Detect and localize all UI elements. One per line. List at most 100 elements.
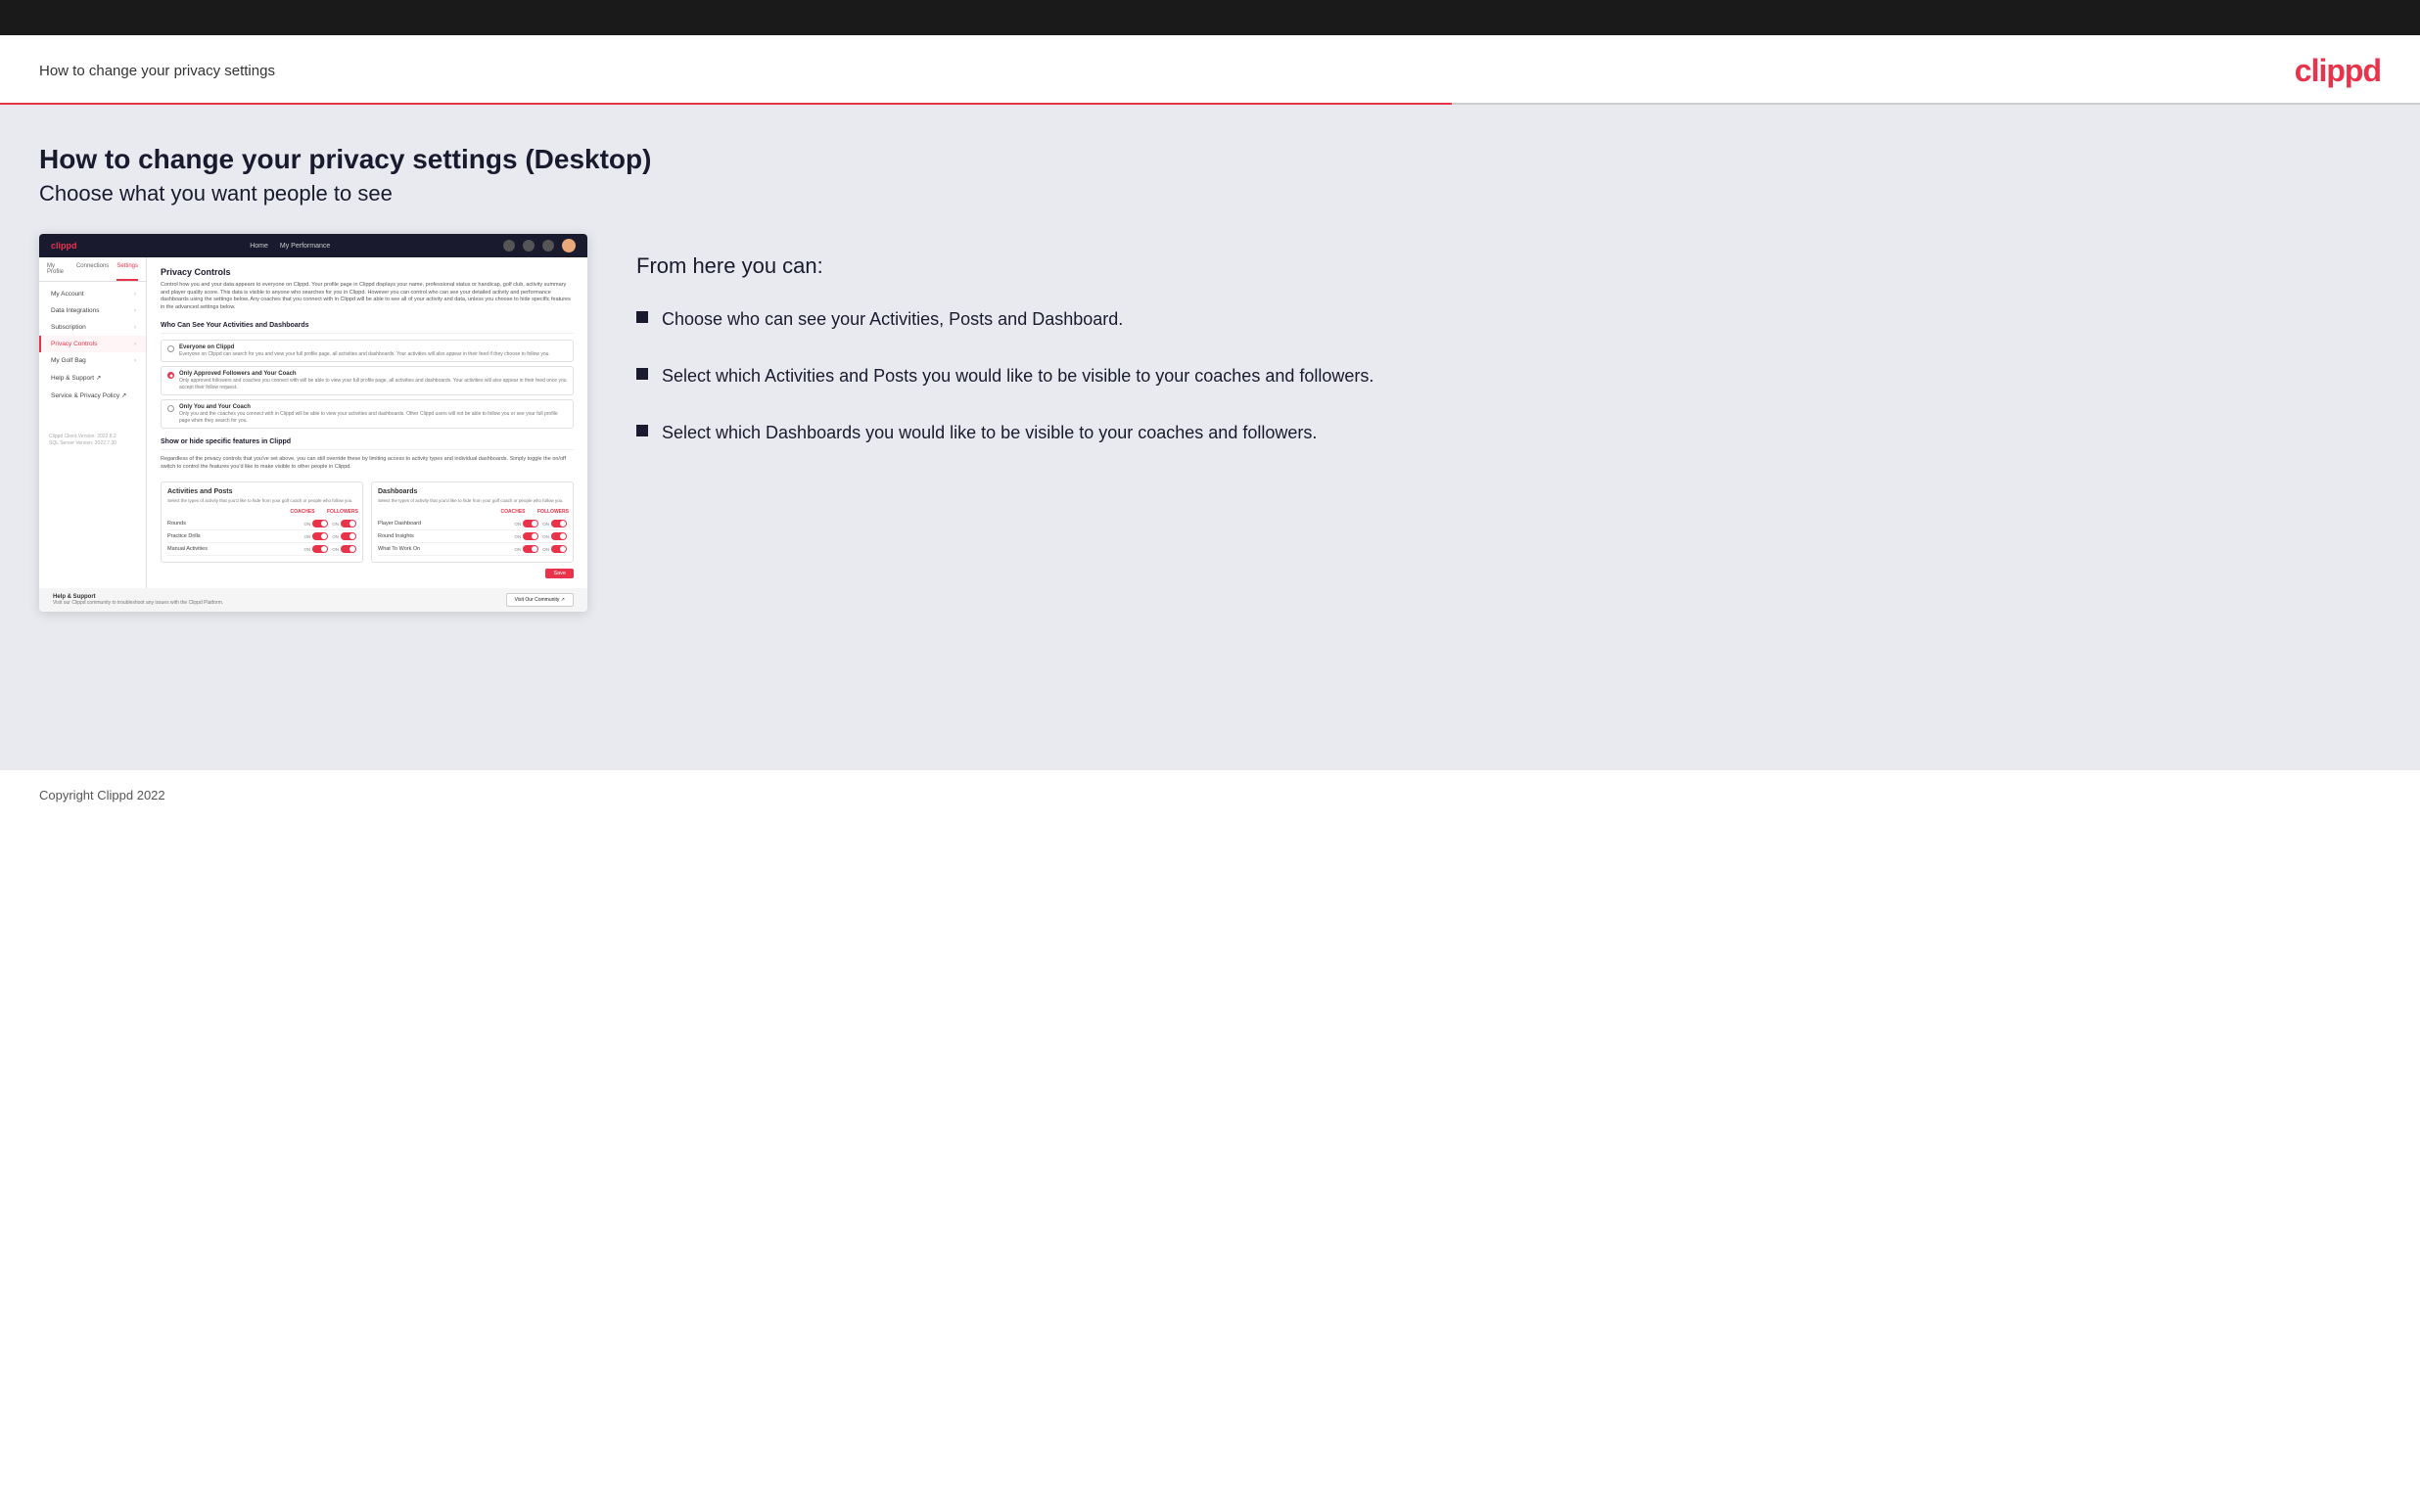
grid-icon	[523, 240, 535, 252]
manual-coaches-toggle[interactable]: ON	[304, 545, 329, 553]
bullet-marker-2	[636, 368, 648, 380]
practice-followers-toggle[interactable]: ON	[332, 532, 356, 540]
activities-dashboards-panels: Activities and Posts Select the types of…	[161, 481, 574, 564]
activities-panel: Activities and Posts Select the types of…	[161, 481, 363, 564]
manual-followers-toggle[interactable]: ON	[332, 545, 356, 553]
round-insights-row: Round Insights ON ON	[378, 530, 567, 543]
bullet-item-2: Select which Activities and Posts you wo…	[636, 363, 2381, 389]
tab-connections[interactable]: Connections	[76, 263, 109, 281]
coaches-col-label: COACHES	[288, 509, 317, 515]
chevron-icon: ›	[134, 325, 136, 331]
two-col-layout: clippd Home My Performance My Profil	[39, 234, 2381, 612]
sidebar-item-subscription[interactable]: Subscription ›	[39, 319, 146, 336]
practice-drills-label: Practice Drills	[167, 533, 201, 539]
sidebar-item-data-integrations[interactable]: Data Integrations ›	[39, 302, 146, 319]
bullet-text-1: Choose who can see your Activities, Post…	[662, 306, 1123, 332]
round-insights-coaches-toggle[interactable]: ON	[515, 532, 539, 540]
chevron-icon: ›	[134, 292, 136, 298]
round-insights-followers-toggle[interactable]: ON	[542, 532, 567, 540]
tab-my-profile[interactable]: My Profile	[47, 263, 69, 281]
search-icon	[503, 240, 515, 252]
practice-drills-row: Practice Drills ON ON	[167, 530, 356, 543]
option-followers-desc: Only approved followers and coaches you …	[179, 378, 567, 390]
option-only-you-label: Only You and Your Coach	[179, 404, 567, 410]
mockup-sidebar: My Profile Connections Settings My Accou…	[39, 257, 147, 588]
bullet-text-2: Select which Activities and Posts you wo…	[662, 363, 1373, 389]
sidebar-item-help-support[interactable]: Help & Support ↗	[39, 369, 146, 387]
activities-table-header: COACHES FOLLOWERS	[167, 509, 356, 515]
dash-coaches-col: COACHES	[498, 509, 528, 515]
dashboards-table-header: COACHES FOLLOWERS	[378, 509, 567, 515]
what-followers-toggle[interactable]: ON	[542, 545, 567, 553]
option-everyone-label: Everyone on Clippd	[179, 344, 567, 350]
sidebar-item-my-account[interactable]: My Account ›	[39, 286, 146, 302]
avatar	[562, 239, 576, 252]
radio-everyone	[167, 345, 174, 352]
what-coaches-toggle[interactable]: ON	[515, 545, 539, 553]
player-dashboard-row: Player Dashboard ON ON	[378, 518, 567, 530]
option-everyone-desc: Everyone on Clippd can search for you an…	[179, 351, 567, 358]
followers-col-label: FOLLOWERS	[327, 509, 356, 515]
sidebar-item-my-golf-bag[interactable]: My Golf Bag ›	[39, 352, 146, 369]
mockup-tab-nav: My Profile Connections Settings	[39, 257, 146, 282]
mockup-nav-icons	[503, 239, 576, 252]
mockup-sidebar-items: My Account › Data Integrations › Subscri…	[39, 282, 146, 408]
help-desc: Visit our Clippd community to troublesho…	[53, 600, 223, 606]
mockup-logo: clippd	[51, 241, 77, 251]
mockup-body: My Profile Connections Settings My Accou…	[39, 257, 587, 588]
who-can-see-title: Who Can See Your Activities and Dashboar…	[161, 322, 574, 334]
mockup-main-panel: Privacy Controls Control how you and you…	[147, 257, 587, 588]
player-dash-followers-toggle[interactable]: ON	[542, 520, 567, 527]
rounds-coaches-toggle[interactable]: ON	[304, 520, 329, 527]
round-insights-label: Round Insights	[378, 533, 414, 539]
logo: clippd	[2295, 53, 2381, 89]
privacy-controls-desc: Control how you and your data appears to…	[161, 282, 574, 312]
activities-panel-desc: Select the types of activity that you'd …	[167, 498, 356, 504]
player-dashboard-label: Player Dashboard	[378, 521, 421, 527]
privacy-controls-title: Privacy Controls	[161, 267, 574, 277]
manual-activities-label: Manual Activities	[167, 546, 208, 552]
dashboards-panel-desc: Select the types of activity that you'd …	[378, 498, 567, 504]
rounds-row: Rounds ON ON	[167, 518, 356, 530]
version-info: Clippd Client Version: 2022.8.2SQL Serve…	[39, 428, 146, 453]
rounds-followers-toggle[interactable]: ON	[332, 520, 356, 527]
mockup-navbar: clippd Home My Performance	[39, 234, 587, 257]
option-only-you[interactable]: Only You and Your Coach Only you and the…	[161, 399, 574, 429]
visibility-options: Everyone on Clippd Everyone on Clippd ca…	[161, 340, 574, 430]
app-mockup: clippd Home My Performance My Profil	[39, 234, 587, 612]
footer: Copyright Clippd 2022	[0, 770, 2420, 820]
player-dash-coaches-toggle[interactable]: ON	[515, 520, 539, 527]
activities-panel-title: Activities and Posts	[167, 488, 356, 495]
dash-followers-col: FOLLOWERS	[537, 509, 567, 515]
practice-coaches-toggle[interactable]: ON	[304, 532, 329, 540]
header: How to change your privacy settings clip…	[0, 35, 2420, 103]
what-to-work-on-label: What To Work On	[378, 546, 420, 552]
radio-followers	[167, 372, 174, 379]
content-title: How to change your privacy settings (Des…	[39, 144, 2381, 175]
bullet-list: Choose who can see your Activities, Post…	[636, 306, 2381, 445]
chevron-icon: ›	[134, 308, 136, 314]
chevron-icon: ›	[134, 342, 136, 347]
settings-icon	[542, 240, 554, 252]
show-hide-section: Show or hide specific features in Clippd…	[161, 438, 574, 578]
tab-settings[interactable]: Settings	[116, 263, 138, 281]
bullet-marker-1	[636, 311, 648, 323]
option-followers[interactable]: Only Approved Followers and Your Coach O…	[161, 366, 574, 395]
show-hide-title: Show or hide specific features in Clippd	[161, 438, 574, 450]
save-button[interactable]: Save	[545, 569, 574, 578]
chevron-icon: ›	[134, 358, 136, 364]
sidebar-item-privacy-controls[interactable]: Privacy Controls ›	[39, 336, 146, 352]
what-to-work-on-row: What To Work On ON ON	[378, 543, 567, 556]
visit-community-button[interactable]: Visit Our Community ↗	[506, 593, 574, 607]
option-everyone[interactable]: Everyone on Clippd Everyone on Clippd ca…	[161, 340, 574, 363]
option-followers-label: Only Approved Followers and Your Coach	[179, 371, 567, 377]
nav-home: Home	[250, 243, 268, 250]
sidebar-item-service-privacy[interactable]: Service & Privacy Policy ↗	[39, 387, 146, 404]
content-subtitle: Choose what you want people to see	[39, 181, 2381, 206]
rounds-label: Rounds	[167, 521, 186, 527]
top-bar	[0, 0, 2420, 35]
show-hide-desc: Regardless of the privacy controls that …	[161, 456, 574, 471]
dashboards-panel-title: Dashboards	[378, 488, 567, 495]
bullet-item-3: Select which Dashboards you would like t…	[636, 420, 2381, 445]
bullet-marker-3	[636, 425, 648, 436]
